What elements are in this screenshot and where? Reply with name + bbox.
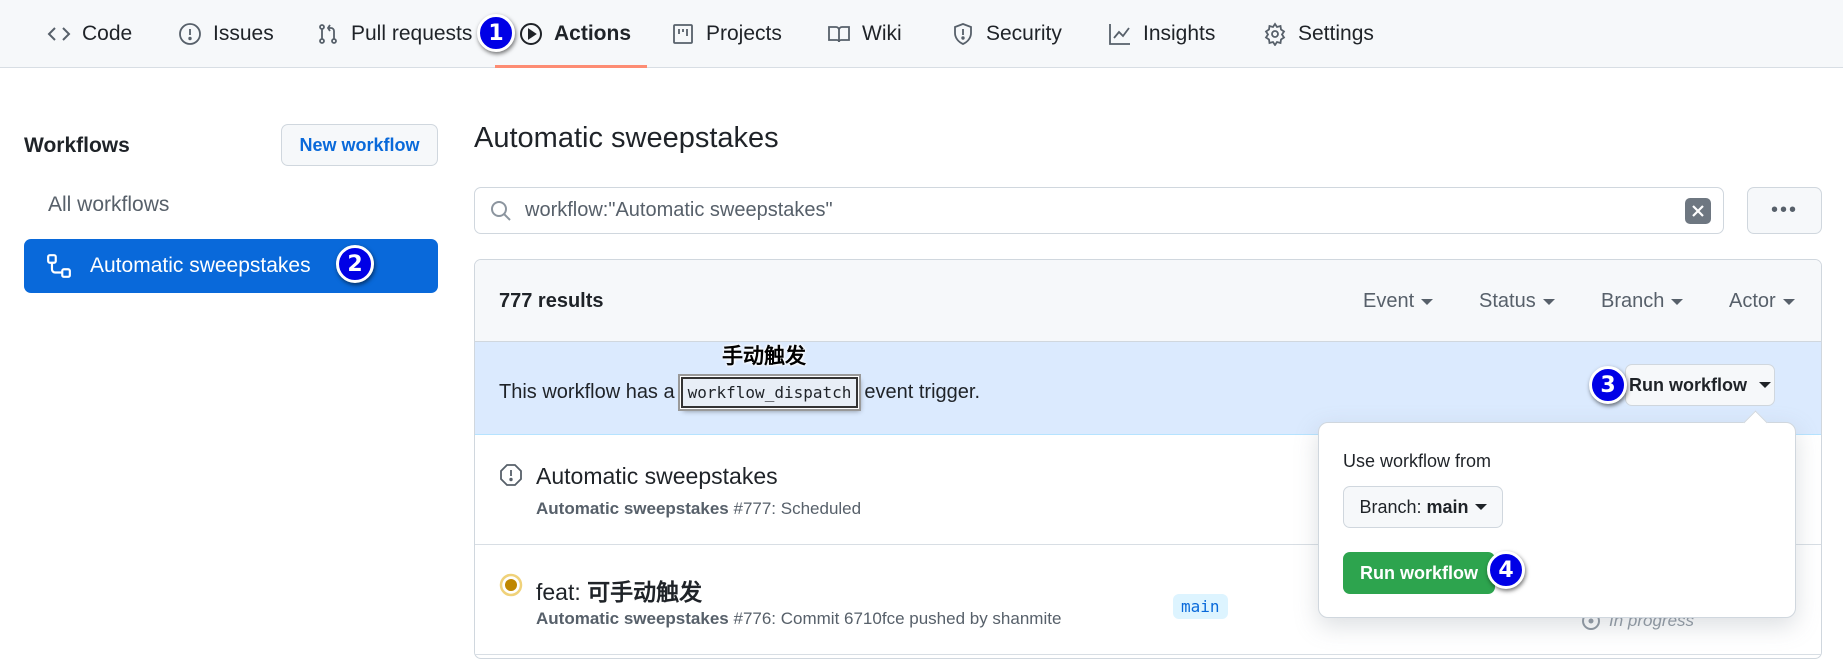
tab-issues[interactable]: Issues [177, 0, 274, 68]
new-workflow-button[interactable]: New workflow [281, 124, 438, 166]
results-header: 777 results Event Status Branch Actor [475, 260, 1821, 342]
gear-icon [1262, 21, 1288, 47]
graph-icon [1107, 21, 1133, 47]
branch-value: main [1426, 496, 1469, 517]
run-title[interactable]: Automatic sweepstakes [536, 463, 778, 490]
dispatch-annotation: 手动触发 [722, 344, 806, 368]
filter-actor[interactable]: Actor [1729, 290, 1795, 313]
more-options-button[interactable]: ••• [1747, 187, 1822, 234]
caret-down-icon [1759, 382, 1771, 388]
tab-label: Actions [554, 22, 632, 45]
sidebar-item-label: Automatic sweepstakes [90, 254, 311, 277]
tab-label: Code [82, 22, 133, 45]
filter-label: Event [1363, 290, 1415, 312]
caret-down-icon [1782, 298, 1795, 305]
code-icon [46, 21, 72, 47]
caret-down-icon [1421, 298, 1434, 305]
clear-search-icon[interactable] [1685, 198, 1711, 224]
run-workflow-button[interactable]: Run workflow [1343, 552, 1495, 594]
search-icon [489, 199, 513, 223]
workflow-icon [46, 253, 72, 279]
step-badge-1: 1 [477, 14, 515, 52]
filter-branch[interactable]: Branch [1601, 290, 1684, 313]
branch-prefix: Branch: [1359, 496, 1422, 517]
branch-select[interactable]: Branch: main [1343, 486, 1503, 528]
project-icon [670, 21, 696, 47]
run-detail: #776: Commit 6710fce pushed by shanmite [733, 609, 1062, 628]
in-progress-icon [499, 573, 523, 597]
run-workflow-dropdown-button[interactable]: Run workflow [1625, 364, 1775, 406]
tab-label: Security [986, 22, 1062, 45]
search-value: workflow:"Automatic sweepstakes" [525, 199, 833, 221]
tab-label: Projects [706, 22, 782, 45]
caret-down-icon [1542, 298, 1555, 305]
results-count: 777 results [499, 290, 604, 312]
active-tab-underline [495, 65, 647, 68]
filter-label: Status [1479, 290, 1536, 312]
run-workflow-label: Run workflow [1629, 374, 1747, 395]
tab-projects[interactable]: Projects [670, 0, 782, 68]
use-workflow-from-label: Use workflow from [1343, 451, 1492, 471]
tab-label: Issues [213, 22, 274, 45]
tab-security[interactable]: Security [950, 0, 1062, 68]
tab-wiki[interactable]: Wiki [826, 0, 902, 68]
run-detail: #777: Scheduled [733, 499, 862, 518]
caret-down-icon [1671, 298, 1684, 305]
tab-actions[interactable]: Actions [518, 0, 631, 68]
run-workflow-name: Automatic sweepstakes [536, 499, 729, 518]
repo-nav: Code Issues Pull requests Actions Projec… [0, 0, 1843, 68]
tab-insights[interactable]: Insights [1107, 0, 1215, 68]
issue-icon [177, 21, 203, 47]
run-workflow-name: Automatic sweepstakes [536, 609, 729, 628]
sidebar-item-automatic-sweepstakes[interactable]: Automatic sweepstakes 2 [24, 239, 438, 293]
filter-label: Actor [1729, 290, 1776, 312]
step-badge-4: 4 [1487, 551, 1525, 589]
run-subtitle: Automatic sweepstakes #777: Scheduled [536, 499, 861, 519]
page-title: Automatic sweepstakes [474, 122, 779, 154]
alert-octagon-icon [499, 463, 523, 487]
filter-event[interactable]: Event [1363, 290, 1434, 313]
caret-down-icon [1474, 504, 1487, 510]
filter-status[interactable]: Status [1479, 290, 1555, 313]
run-title-prefix: feat: [536, 579, 588, 605]
tab-pull-requests[interactable]: Pull requests [315, 0, 472, 68]
run-workflow-popover: Use workflow from Branch: main Run workf… [1318, 422, 1796, 618]
filter-label: Branch [1601, 290, 1665, 312]
run-subtitle: Automatic sweepstakes #776: Commit 6710f… [536, 609, 1061, 629]
dispatch-code: workflow_dispatch [679, 376, 860, 409]
sidebar-title: Workflows [24, 134, 130, 157]
dispatch-text: This workflow has a workflow_dispatch ev… [499, 376, 981, 409]
pull-request-icon [315, 21, 341, 47]
tab-settings[interactable]: Settings [1262, 0, 1374, 68]
play-icon [518, 21, 544, 47]
sidebar-item-all-workflows[interactable]: All workflows [48, 193, 169, 217]
step-badge-2: 2 [336, 245, 374, 283]
branch-tag[interactable]: main [1173, 594, 1228, 619]
tab-label: Pull requests [351, 22, 473, 45]
book-icon [826, 21, 852, 47]
tab-label: Insights [1143, 22, 1216, 45]
shield-icon [950, 21, 976, 47]
run-title[interactable]: feat: 可手动触发 [536, 573, 702, 607]
step-badge-3: 3 [1589, 366, 1627, 404]
tab-code[interactable]: Code [46, 0, 132, 68]
run-title-cn: 可手动触发 [587, 580, 703, 606]
dispatch-prefix: This workflow has a [499, 381, 675, 403]
tab-label: Wiki [862, 22, 902, 45]
tab-label: Settings [1298, 22, 1374, 45]
search-input[interactable]: workflow:"Automatic sweepstakes" [474, 187, 1724, 234]
dispatch-suffix: event trigger. [864, 381, 981, 403]
